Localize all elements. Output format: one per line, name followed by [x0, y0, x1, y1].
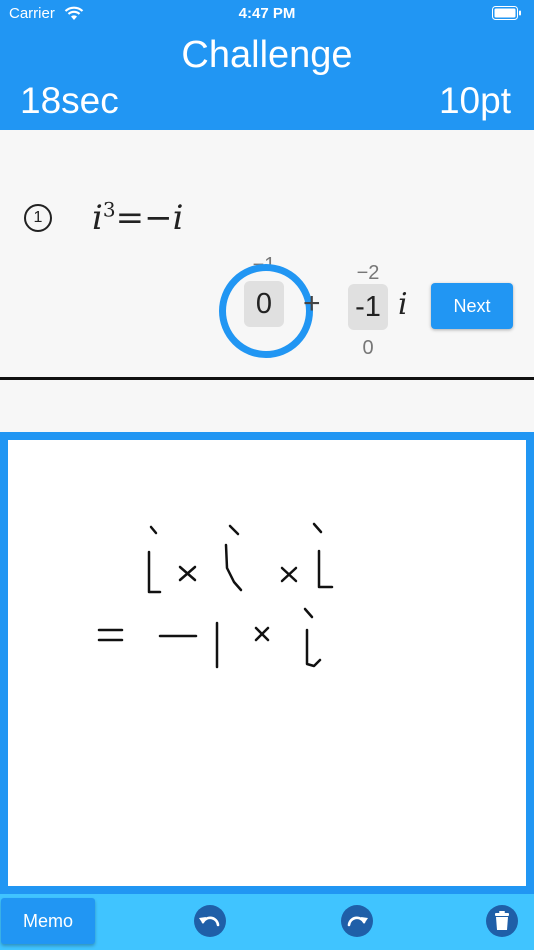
- imag-picker-below[interactable]: 0: [348, 337, 388, 360]
- question-formula: i3=−i: [92, 198, 183, 238]
- status-bar: Carrier 4:47 PM: [0, 0, 534, 28]
- formula-equals: =: [115, 198, 145, 238]
- undo-icon[interactable]: [194, 905, 226, 937]
- formula-base: i: [92, 198, 103, 238]
- stroke-i2-dot: [228, 524, 240, 536]
- memo-canvas-frame: [0, 432, 534, 894]
- question-number: 1: [24, 204, 52, 232]
- imaginary-unit: i: [398, 287, 408, 322]
- stroke-i3-body: [317, 549, 334, 589]
- stroke-i4-dot: [303, 607, 314, 619]
- points-label: 10pt: [438, 80, 511, 121]
- imag-picker-above[interactable]: −2: [348, 262, 388, 285]
- handwriting-strokes: [97, 522, 334, 669]
- formula-exponent: 3: [102, 197, 116, 222]
- question-panel: 1 i3=−i −1 0 1 + −2 -1 0 i Next: [0, 130, 534, 378]
- battery-icon: [492, 6, 521, 20]
- stroke-i3-dot: [312, 522, 323, 534]
- stroke-i1-body: [147, 550, 162, 594]
- stroke-x1: [178, 565, 197, 582]
- app-header: Carrier 4:47 PM Challenge 18sec 10pt: [0, 0, 534, 130]
- status-time: 4:47 PM: [238, 5, 296, 22]
- stroke-i2-body: [224, 543, 243, 592]
- memo-button[interactable]: Memo: [1, 898, 95, 944]
- next-button[interactable]: Next: [431, 283, 513, 329]
- stroke-x3: [254, 626, 270, 642]
- imaginary-part-picker[interactable]: −2 -1 0: [348, 260, 388, 360]
- stroke-i4-body: [305, 628, 322, 668]
- formula-rhs: −i: [144, 198, 184, 238]
- redo-icon[interactable]: [341, 905, 373, 937]
- page-title: Challenge: [181, 34, 353, 76]
- spacer: [0, 380, 534, 432]
- trash-icon[interactable]: [486, 905, 518, 937]
- imag-picker-value[interactable]: -1: [348, 284, 388, 330]
- plus-sign: +: [303, 287, 321, 320]
- memo-canvas[interactable]: [8, 440, 526, 886]
- stroke-i1-dot: [149, 525, 158, 535]
- stroke-eq: [97, 628, 124, 642]
- bottom-toolbar: Memo: [0, 894, 534, 950]
- stroke-x2: [280, 566, 298, 583]
- timer-label: 18sec: [20, 80, 119, 121]
- focus-ring: [219, 264, 313, 358]
